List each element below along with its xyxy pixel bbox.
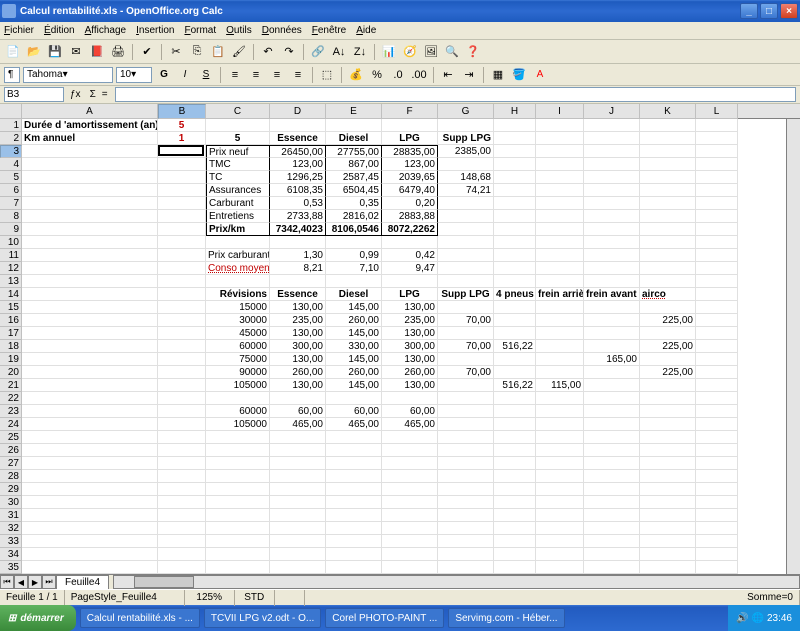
font-select[interactable]: Tahoma ▾ [23,67,113,83]
menu-fichier[interactable]: Fichier [4,25,34,36]
standard-toolbar: 📄 📂 💾 ✉ 📕 🖨 ✔ ✂ ⎘ 📋 🖌 ↶ ↷ 🔗 A↓ Z↓ 📊 🧭 🖼 … [0,40,800,64]
sort-asc-icon[interactable]: A↓ [330,43,348,61]
underline-icon[interactable]: S [197,66,215,84]
window-title: Calcul rentabilité.xls - OpenOffice.org … [20,6,223,17]
bold-icon[interactable]: G [155,66,173,84]
sheet-tabs-bar: ⏮◀▶⏭ Feuille4 [0,574,800,589]
menu-édition[interactable]: Édition [44,25,75,36]
sum-icon[interactable]: Σ [90,89,96,100]
decimal-add-icon[interactable]: .0 [389,66,407,84]
chart-icon[interactable]: 📊 [380,43,398,61]
status-std: STD [235,590,275,606]
tray-clock: 23:46 [767,613,792,624]
fx-icon[interactable]: ƒx [70,89,81,100]
status-bar: Feuille 1 / 1 PageStyle_Feuille4 125% ST… [0,589,800,605]
formula-bar: ƒx Σ = [0,86,800,104]
gallery-icon[interactable]: 🖼 [422,43,440,61]
row-headers[interactable]: 1234567891011121314151617181920212223242… [0,119,22,574]
menu-aide[interactable]: Aide [356,25,376,36]
spell-icon[interactable]: ✔ [138,43,156,61]
copy-icon[interactable]: ⎘ [188,43,206,61]
minimize-button[interactable]: _ [740,3,758,19]
decimal-rem-icon[interactable]: .00 [410,66,428,84]
taskbar-task[interactable]: Servimg.com - Héber... [448,608,564,628]
status-zoom[interactable]: 125% [185,590,235,606]
window-titlebar: Calcul rentabilité.xls - OpenOffice.org … [0,0,800,22]
status-blank [275,590,305,606]
email-icon[interactable]: ✉ [67,43,85,61]
cell-reference[interactable] [4,87,64,102]
tray-icon[interactable]: 🌐 [752,613,764,624]
column-headers[interactable]: ABCDEFGHIJKL [0,104,800,119]
align-left-icon[interactable]: ≡ [226,66,244,84]
justify-icon[interactable]: ≡ [289,66,307,84]
navigator-icon[interactable]: 🧭 [401,43,419,61]
indent-dec-icon[interactable]: ⇤ [439,66,457,84]
merge-icon[interactable]: ⬚ [318,66,336,84]
menu-format[interactable]: Format [184,25,216,36]
link-icon[interactable]: 🔗 [309,43,327,61]
tray-icon[interactable]: 🔊 [736,613,748,624]
taskbar-task[interactable]: Corel PHOTO-PAINT ... [325,608,444,628]
paste-icon[interactable]: 📋 [209,43,227,61]
pdf-icon[interactable]: 📕 [88,43,106,61]
status-sum: Somme=0 [305,590,800,606]
equals-icon[interactable]: = [102,89,108,100]
horizontal-scrollbar[interactable] [113,575,800,589]
menu-données[interactable]: Données [262,25,302,36]
menu-bar: Fichier Édition Affichage Insertion Format Ou… [0,22,800,40]
taskbar-task[interactable]: TCVII LPG v2.odt - O... [204,608,321,628]
align-center-icon[interactable]: ≡ [247,66,265,84]
status-style: PageStyle_Feuille4 [65,590,185,606]
system-tray[interactable]: 🔊 🌐 23:46 [728,605,800,631]
styles-icon[interactable]: ¶ [4,67,20,83]
brush-icon[interactable]: 🖌 [230,43,248,61]
maximize-button[interactable]: □ [760,3,778,19]
formula-input[interactable] [115,87,796,102]
save-icon[interactable]: 💾 [46,43,64,61]
windows-taskbar: ⊞démarrer Calcul rentabilité.xls - ...TC… [0,605,800,631]
new-icon[interactable]: 📄 [4,43,22,61]
currency-icon[interactable]: 💰 [347,66,365,84]
app-icon [2,4,16,18]
close-button[interactable]: × [780,3,798,19]
zoom-icon[interactable]: 🔍 [443,43,461,61]
help-icon[interactable]: ❓ [464,43,482,61]
menu-fenêtre[interactable]: Fenêtre [312,25,346,36]
redo-icon[interactable]: ↷ [280,43,298,61]
italic-icon[interactable]: I [176,66,194,84]
vertical-scrollbar[interactable] [786,119,800,574]
format-toolbar: ¶ Tahoma ▾ 10 ▾ G I S ≡ ≡ ≡ ≡ ⬚ 💰 % .0 .… [0,64,800,86]
undo-icon[interactable]: ↶ [259,43,277,61]
fontsize-select[interactable]: 10 ▾ [116,67,152,83]
borders-icon[interactable]: ▦ [489,66,507,84]
indent-inc-icon[interactable]: ⇥ [460,66,478,84]
fontcolor-icon[interactable]: A [531,66,549,84]
taskbar-task[interactable]: Calcul rentabilité.xls - ... [80,608,200,628]
print-icon[interactable]: 🖨 [109,43,127,61]
menu-outils[interactable]: Outils [226,25,252,36]
menu-affichage[interactable]: Affichage [85,25,127,36]
cut-icon[interactable]: ✂ [167,43,185,61]
bgcolor-icon[interactable]: 🪣 [510,66,528,84]
start-button[interactable]: ⊞démarrer [0,605,76,631]
spreadsheet-area: ABCDEFGHIJKL 123456789101112131415161718… [0,104,800,574]
sheet-tab[interactable]: Feuille4 [56,575,109,589]
percent-icon[interactable]: % [368,66,386,84]
cells-grid[interactable]: Durée d 'amortissement (an)5Km annuel15E… [22,119,800,574]
align-right-icon[interactable]: ≡ [268,66,286,84]
tab-nav[interactable]: ⏮◀▶⏭ [0,575,56,589]
status-sheet: Feuille 1 / 1 [0,590,65,606]
open-icon[interactable]: 📂 [25,43,43,61]
sort-desc-icon[interactable]: Z↓ [351,43,369,61]
menu-insertion[interactable]: Insertion [136,25,174,36]
